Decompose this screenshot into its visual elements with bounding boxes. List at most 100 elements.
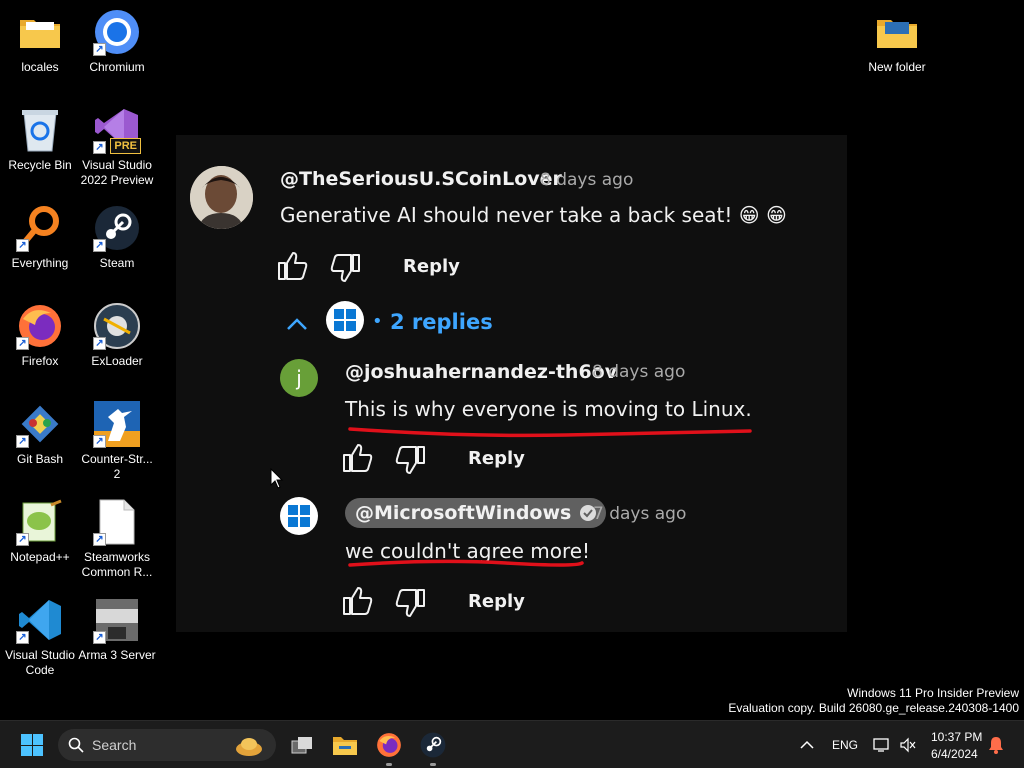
comment-author[interactable]: @TheSeriousU.SCoinLover — [280, 168, 562, 190]
preview-badge: PRE — [110, 138, 141, 154]
clock-date[interactable]: 6/4/2024 — [931, 747, 978, 761]
task-view-icon — [291, 737, 312, 754]
thumbs-up-icon — [343, 587, 373, 615]
everything-search-icon: ↗ — [16, 204, 64, 252]
reply-button[interactable]: Reply — [403, 256, 460, 277]
desktop-icon-label: New folder — [868, 60, 926, 74]
taskbar-file-explorer[interactable] — [326, 721, 364, 768]
desktop: locales Recycle Bin ↗ Everything ↗ Firef… — [0, 0, 1024, 768]
shortcut-arrow-icon: ↗ — [16, 631, 29, 644]
comment-text: Generative AI should never take a back s… — [280, 203, 787, 227]
desktop-icon-vscode[interactable]: ↗ Visual Studio Code — [0, 596, 80, 678]
reply-text: This is why everyone is moving to Linux. — [345, 397, 752, 421]
search-icon — [68, 737, 84, 753]
desktop-icon-label: ExLoader — [91, 354, 143, 368]
visual-studio-preview-icon: PRE ↗ — [93, 106, 141, 154]
desktop-icon-label: Steamworks Common R... — [81, 550, 153, 579]
desktop-icon-everything[interactable]: ↗ Everything — [0, 204, 80, 271]
desktop-icon-label: Counter-Str... 2 — [81, 452, 153, 481]
language-indicator[interactable]: ENG — [832, 738, 858, 752]
shortcut-arrow-icon: ↗ — [16, 435, 29, 448]
replies-toggle-button[interactable]: 2 replies — [390, 310, 493, 334]
windows-logo-icon — [288, 505, 310, 527]
reply-author: @MicrosoftWindows — [355, 502, 572, 524]
dislike-button[interactable] — [393, 588, 427, 622]
exloader-icon: ↗ — [93, 302, 141, 350]
like-button[interactable] — [341, 443, 375, 477]
start-button[interactable] — [10, 721, 54, 768]
shortcut-arrow-icon: ↗ — [16, 239, 29, 252]
steam-icon — [420, 732, 446, 758]
shortcut-arrow-icon: ↗ — [93, 631, 106, 644]
clock-time[interactable]: 10:37 PM — [931, 730, 982, 744]
desktop-icon-label: locales — [21, 60, 59, 74]
desktop-icon-notepad-plus-plus[interactable]: ↗ Notepad++ — [0, 498, 80, 565]
volume-button[interactable] — [896, 721, 920, 768]
shortcut-arrow-icon: ↗ — [16, 533, 29, 546]
thumbs-down-icon — [395, 589, 425, 617]
desktop-icon-recycle-bin[interactable]: Recycle Bin — [0, 106, 80, 173]
shortcut-arrow-icon: ↗ — [16, 337, 29, 350]
red-underline-annotation — [348, 427, 752, 438]
reply-avatar[interactable]: j — [280, 359, 318, 397]
network-status-button[interactable] — [870, 721, 894, 768]
reply-timestamp[interactable]: 7 days ago — [593, 504, 686, 524]
search-placeholder: Search — [92, 737, 137, 753]
desktop-icon-label: Firefox — [21, 354, 59, 368]
desktop-icon-label: Visual Studio Code — [5, 648, 75, 677]
desktop-icon-exloader[interactable]: ↗ ExLoader — [77, 302, 157, 369]
windows-start-icon — [21, 734, 43, 756]
taskbar-search-box[interactable]: Search — [58, 729, 276, 761]
volume-muted-icon — [900, 737, 916, 753]
desktop-icon-visual-studio-preview[interactable]: PRE ↗ Visual Studio 2022 Preview — [77, 106, 157, 188]
steam-icon: ↗ — [93, 204, 141, 252]
desktop-icon-label: Notepad++ — [10, 550, 70, 564]
vscode-icon: ↗ — [16, 596, 64, 644]
arma-icon: ↗ — [93, 596, 141, 644]
creator-author-chip[interactable]: @MicrosoftWindows — [345, 498, 607, 528]
folder-icon — [16, 8, 64, 56]
desktop-icon-label: Visual Studio 2022 Preview — [80, 158, 154, 187]
evaluation-watermark: Windows 11 Pro Insider Preview Evaluatio… — [728, 686, 1019, 716]
thumbs-up-icon — [343, 444, 373, 472]
notifications-button[interactable] — [984, 721, 1008, 768]
desktop-icon-steamworks[interactable]: ↗ Steamworks Common R... — [77, 498, 157, 580]
shortcut-arrow-icon: ↗ — [93, 239, 106, 252]
desktop-icon-git-bash[interactable]: ↗ Git Bash — [0, 400, 80, 467]
reply-avatar[interactable] — [280, 497, 318, 535]
thumbs-up-icon — [278, 252, 308, 280]
reply-button[interactable]: Reply — [468, 591, 525, 612]
chevron-up-icon[interactable] — [285, 316, 309, 336]
like-button[interactable] — [341, 586, 375, 620]
desktop-icon-firefox[interactable]: ↗ Firefox — [0, 302, 80, 369]
desktop-icon-steam[interactable]: ↗ Steam — [77, 204, 157, 271]
reply-timestamp[interactable]: 8 days ago — [592, 362, 685, 382]
bell-icon — [989, 737, 1003, 754]
dislike-button[interactable] — [393, 445, 427, 479]
firefox-icon — [377, 733, 401, 757]
taskbar-steam[interactable] — [414, 721, 452, 768]
running-indicator — [386, 763, 392, 766]
dislike-button[interactable] — [328, 253, 362, 287]
thumbs-down-icon — [395, 446, 425, 474]
watermark-line: Evaluation copy. Build 26080.ge_release.… — [728, 701, 1019, 715]
desktop-icon-arma-3-server[interactable]: ↗ Arma 3 Server — [77, 596, 157, 663]
desktop-icon-label: Steam — [99, 256, 135, 270]
show-hidden-icons-button[interactable] — [794, 721, 820, 768]
desktop-icon-locales[interactable]: locales — [0, 8, 80, 75]
taskbar: Search ENG 10:37 PM 6/4/2024 — [0, 720, 1024, 768]
reply-author[interactable]: @joshuahernandez-th6ov — [345, 361, 617, 383]
desktop-icon-label: Recycle Bin — [8, 158, 72, 172]
desktop-icon-counter-strike-2[interactable]: ↗ Counter-Str... 2 — [77, 400, 157, 482]
reply-button[interactable]: Reply — [468, 448, 525, 469]
commenter-avatar[interactable] — [190, 166, 253, 229]
taskbar-firefox[interactable] — [370, 721, 408, 768]
desktop-icon-chromium[interactable]: ↗ Chromium — [77, 8, 157, 75]
desktop-icon-new-folder[interactable]: New folder — [857, 8, 937, 75]
notepad-plus-plus-icon: ↗ — [16, 498, 64, 546]
desktop-icon-label: Git Bash — [16, 452, 64, 466]
task-view-button[interactable] — [284, 721, 320, 768]
comment-timestamp[interactable]: 8 days ago — [540, 170, 633, 190]
like-button[interactable] — [276, 251, 310, 285]
comment-thread-panel: @TheSeriousU.SCoinLover 8 days ago Gener… — [176, 135, 847, 632]
